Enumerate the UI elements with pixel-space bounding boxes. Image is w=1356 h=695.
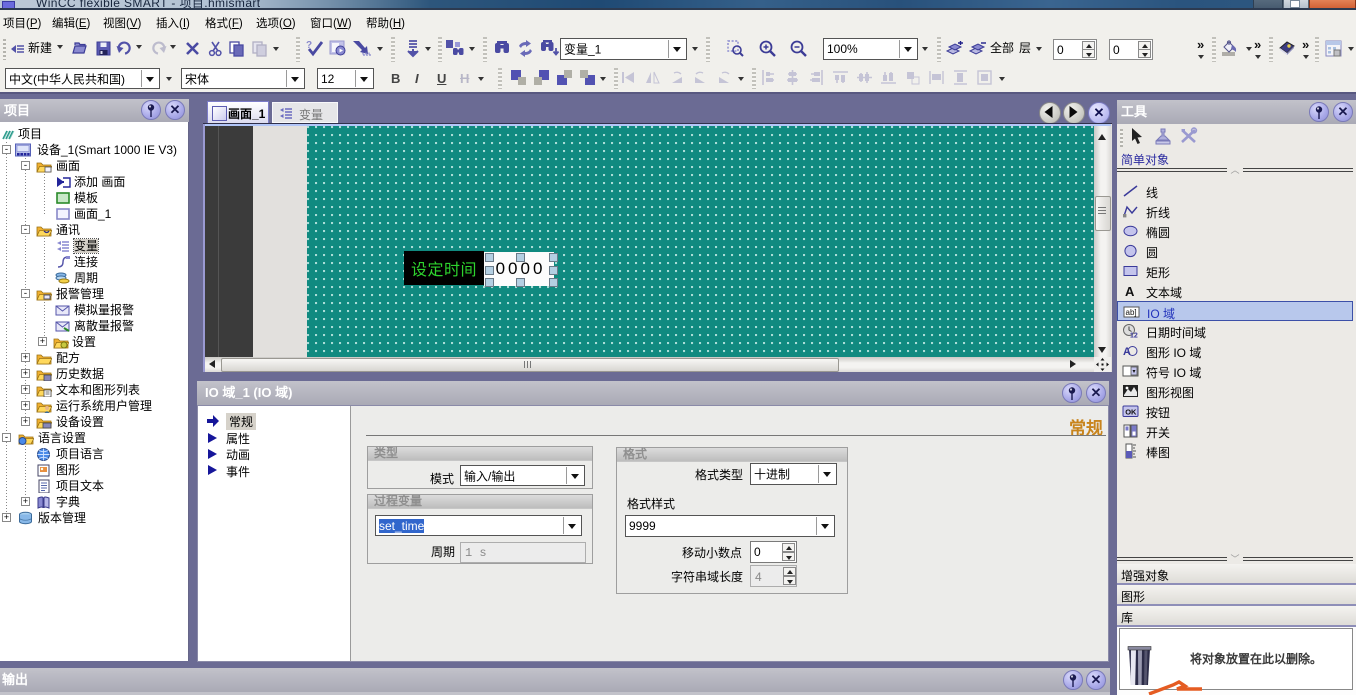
svg-text:OK: OK: [1125, 408, 1137, 417]
svg-text:A: A: [1125, 284, 1135, 299]
svg-text:12: 12: [1130, 333, 1138, 340]
svg-text:ab]: ab]: [1126, 308, 1137, 317]
